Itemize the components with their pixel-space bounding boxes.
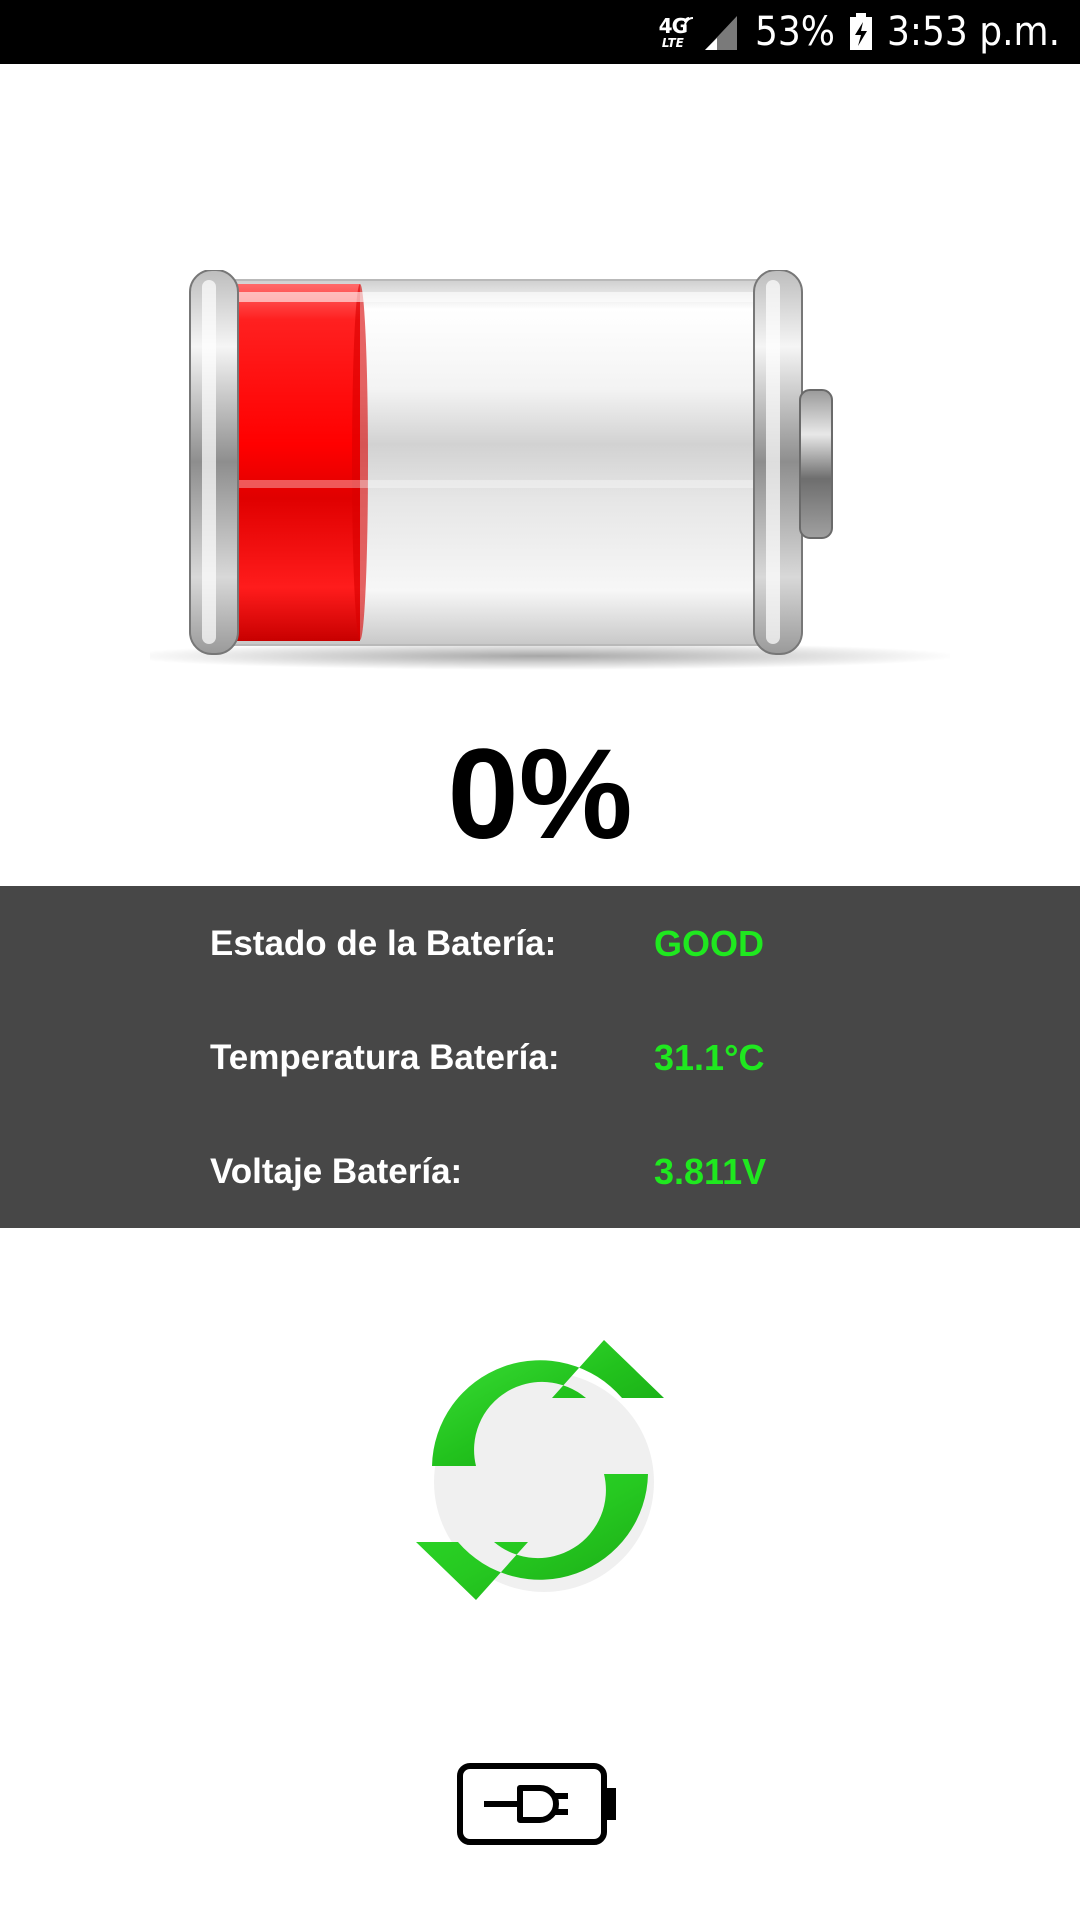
signal-strength-icon <box>705 16 738 50</box>
temperature-label: Temperatura Batería: <box>210 1038 560 1077</box>
data-activity-icon <box>684 16 694 26</box>
status-time: 3:53 p.m. <box>887 9 1060 55</box>
network-sub: LTE <box>661 35 684 50</box>
info-row-voltage: Voltaje Batería: 3.811V <box>0 1142 1080 1202</box>
glass-highlight-mid <box>220 480 770 488</box>
battery-percent-label: 0% <box>447 723 633 866</box>
battery-right-cap-shine <box>766 280 780 644</box>
status-icons: 4G LTE 53% 3:53 p.m. <box>659 0 1060 64</box>
battery-terminal <box>799 389 833 539</box>
voltage-value: 3.811V <box>654 1151 767 1192</box>
info-row-temperature: Temperatura Batería: 31.1°C <box>0 1028 1080 1088</box>
battery-plug-button[interactable] <box>456 1762 622 1846</box>
battery-plug-icon <box>457 1763 616 1845</box>
battery-left-cap-shine <box>202 280 216 644</box>
refresh-icon <box>416 1340 664 1600</box>
info-row-status: Estado de la Batería: GOOD <box>0 914 1080 974</box>
temperature-value: 31.1°C <box>654 1037 765 1078</box>
status-bar: 4G LTE 53% 3:53 p.m. <box>0 0 1080 64</box>
status-battery-percent: 53% <box>755 9 835 55</box>
status-label: Estado de la Batería: <box>210 924 557 963</box>
status-battery-charging-icon <box>850 13 872 50</box>
status-value: GOOD <box>654 923 765 964</box>
glass-highlight-top <box>220 292 770 302</box>
refresh-button[interactable] <box>372 1332 708 1608</box>
voltage-label: Voltaje Batería: <box>210 1152 463 1191</box>
battery-level-graphic <box>150 270 950 670</box>
battery-info-panel: Estado de la Batería: GOOD Temperatura B… <box>0 886 1080 1228</box>
lte-badge: 4G LTE <box>659 16 694 50</box>
battery-charge-fill <box>220 284 360 641</box>
battery-shadow <box>150 642 950 670</box>
battery-charge-fill-edge <box>352 284 368 640</box>
